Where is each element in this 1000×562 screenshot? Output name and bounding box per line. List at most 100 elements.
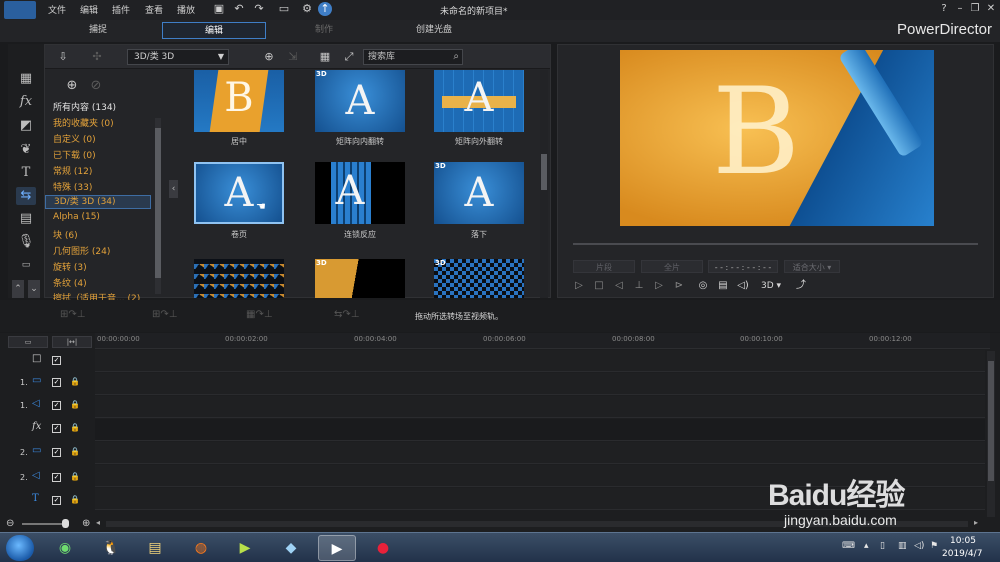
search-input[interactable]: 搜索库 ⌕ <box>363 49 463 65</box>
add-to-favorites-icon[interactable]: ⊕ <box>261 49 277 65</box>
thumb-mosaic[interactable]: 3D <box>434 259 524 298</box>
undo-icon[interactable]: ↶ <box>232 2 246 16</box>
track-enable-checkbox[interactable]: ✓ <box>52 356 61 365</box>
collapse-panel-button[interactable]: ‹ <box>169 180 178 198</box>
zoom-in-icon[interactable]: ⊕ <box>82 518 90 529</box>
track-enable-checkbox[interactable]: ✓ <box>52 401 61 410</box>
snapshot-icon[interactable]: ◎ <box>696 279 710 293</box>
track-enable-checkbox[interactable]: ✓ <box>52 378 61 387</box>
pip-room-icon[interactable]: ◩ <box>16 117 36 135</box>
zoom-knob[interactable] <box>62 519 69 528</box>
scrollbar-thumb[interactable] <box>155 128 161 278</box>
menu-view[interactable]: 查看 <box>145 3 163 16</box>
lock-icon[interactable]: 🔒 <box>70 377 80 386</box>
menu-play[interactable]: 播放 <box>177 3 195 16</box>
app-360-icon[interactable]: ◉ <box>46 535 84 561</box>
quality-icon[interactable]: ▤ <box>716 279 730 293</box>
media-room-icon[interactable]: ▦ <box>16 70 36 88</box>
lock-icon[interactable]: 🔒 <box>70 400 80 409</box>
category-geometric[interactable]: 几何图形 (24) <box>53 244 110 257</box>
thumb-center[interactable]: B <box>194 70 284 132</box>
lock-icon[interactable]: 🔒 <box>70 495 80 504</box>
thumb-matrix-in[interactable]: 3D A <box>315 70 405 132</box>
app-generic-icon[interactable]: ◆ <box>272 535 310 561</box>
minimize-icon[interactable]: – <box>954 3 966 15</box>
transition-cross-icon[interactable]: ⊞↷⊥ <box>152 309 177 320</box>
audio-track-2[interactable] <box>95 465 985 487</box>
stop-icon[interactable]: □ <box>592 279 606 293</box>
category-alpha[interactable]: Alpha (15) <box>53 212 100 222</box>
settings-icon[interactable]: ⚙ <box>300 2 314 16</box>
fit-size-select[interactable]: 适合大小 ▾ <box>784 260 840 273</box>
restore-icon[interactable]: ❐ <box>969 3 981 15</box>
category-downloaded[interactable]: 已下载 (0) <box>53 148 96 161</box>
prev-frame-icon[interactable]: ◁ <box>612 279 626 293</box>
delete-tag-icon[interactable]: ⊘ <box>87 78 105 96</box>
zoom-slider[interactable] <box>22 523 66 525</box>
volume-icon[interactable]: ◁) <box>914 541 924 551</box>
scroll-left-icon[interactable]: ◂ <box>96 518 100 527</box>
start-button[interactable] <box>6 535 34 561</box>
time-ruler[interactable]: 00:00:00:00 00:00:02:00 00:00:04:00 00:0… <box>95 333 990 349</box>
timecode-field[interactable]: - - : - - : - - : - - <box>708 260 778 273</box>
preview-scrubber[interactable] <box>573 243 978 245</box>
app-recorder-icon[interactable]: ● <box>364 535 402 561</box>
app-qq-icon[interactable]: 🐧 <box>92 535 130 561</box>
next-frame-icon[interactable]: ▷ <box>652 279 666 293</box>
audio-track-1[interactable] <box>95 396 985 418</box>
network-icon[interactable]: ▥ <box>898 541 907 551</box>
movie-mode-button[interactable]: 全片 <box>641 260 703 273</box>
import-icon[interactable]: ⇩ <box>55 49 71 65</box>
thumb-rotate[interactable]: 3D <box>315 259 405 298</box>
scroll-up-icon[interactable]: ⌃ <box>12 280 24 298</box>
video-track-1[interactable] <box>95 373 985 395</box>
plugin-icon[interactable]: ✣ <box>89 49 105 65</box>
undock-icon[interactable]: ⤴ <box>794 279 808 293</box>
category-rotate[interactable]: 旋转 (3) <box>53 260 87 273</box>
download-icon[interactable]: ⇲ <box>285 49 301 65</box>
volume-icon[interactable]: ◁) <box>736 279 750 293</box>
scroll-down-icon[interactable]: ⌄ <box>28 280 40 298</box>
flag-icon[interactable]: ⚑ <box>930 541 938 551</box>
clip-mode-button[interactable]: 片段 <box>573 260 635 273</box>
transition-room-icon[interactable]: ⇆ <box>16 187 36 205</box>
tab-produce[interactable]: 制作 <box>272 22 376 39</box>
grid-scrollbar[interactable] <box>540 70 548 298</box>
app-firefox-icon[interactable]: ◍ <box>182 535 220 561</box>
transition-overlap-icon[interactable]: ▦↷⊥ <box>246 309 273 320</box>
scrollbar-thumb[interactable] <box>541 154 547 190</box>
voice-over-icon[interactable]: 🎙 <box>16 233 36 251</box>
category-scrollbar[interactable] <box>155 118 161 294</box>
thumbnail-size-icon[interactable]: ▦ <box>317 49 333 65</box>
app-explorer-icon[interactable]: ▤ <box>136 535 174 561</box>
lock-icon[interactable]: 🔒 <box>70 447 80 456</box>
fast-forward-icon[interactable]: ⊳ <box>672 279 686 293</box>
scrollbar-thumb[interactable] <box>988 361 994 481</box>
thumb-matrix-out[interactable]: A <box>434 70 524 132</box>
category-stripe[interactable]: 条纹 (4) <box>53 276 87 289</box>
clock-date[interactable]: 2019/4/7 <box>942 549 982 559</box>
play-icon[interactable]: ▷ <box>572 279 586 293</box>
device-icon[interactable]: ▯ <box>880 541 885 551</box>
master-track[interactable] <box>95 350 985 372</box>
expand-icon[interactable]: ⤢ <box>341 49 357 65</box>
menu-edit[interactable]: 编辑 <box>80 3 98 16</box>
transition-all-icon[interactable]: ⇆↷⊥ <box>334 309 359 320</box>
thumb-page-curl[interactable]: A ☚ <box>194 162 284 224</box>
tab-create-disc[interactable]: 创建光盘 <box>382 22 486 39</box>
split-icon[interactable]: ⊥ <box>632 279 646 293</box>
app-player-icon[interactable]: ▶ <box>226 535 264 561</box>
fx-track[interactable] <box>95 419 985 441</box>
category-favorites[interactable]: 我的收藏夹 (0) <box>53 116 114 129</box>
help-icon[interactable]: ? <box>938 3 950 15</box>
transition-prefix-icon[interactable]: ⊞↷⊥ <box>60 309 85 320</box>
category-special[interactable]: 特殊 (33) <box>53 180 92 193</box>
zoom-out-icon[interactable]: ⊖ <box>6 518 14 529</box>
clock-time[interactable]: 10:05 <box>950 536 976 546</box>
keyboard-icon[interactable]: ⌨ <box>842 541 855 551</box>
aspect-ratio-icon[interactable]: ▭ <box>274 2 294 16</box>
track-enable-checkbox[interactable]: ✓ <box>52 424 61 433</box>
category-select[interactable]: 3D/类 3D ▼ <box>127 49 229 65</box>
scroll-right-icon[interactable]: ▸ <box>974 518 978 527</box>
video-track-2[interactable] <box>95 442 985 464</box>
